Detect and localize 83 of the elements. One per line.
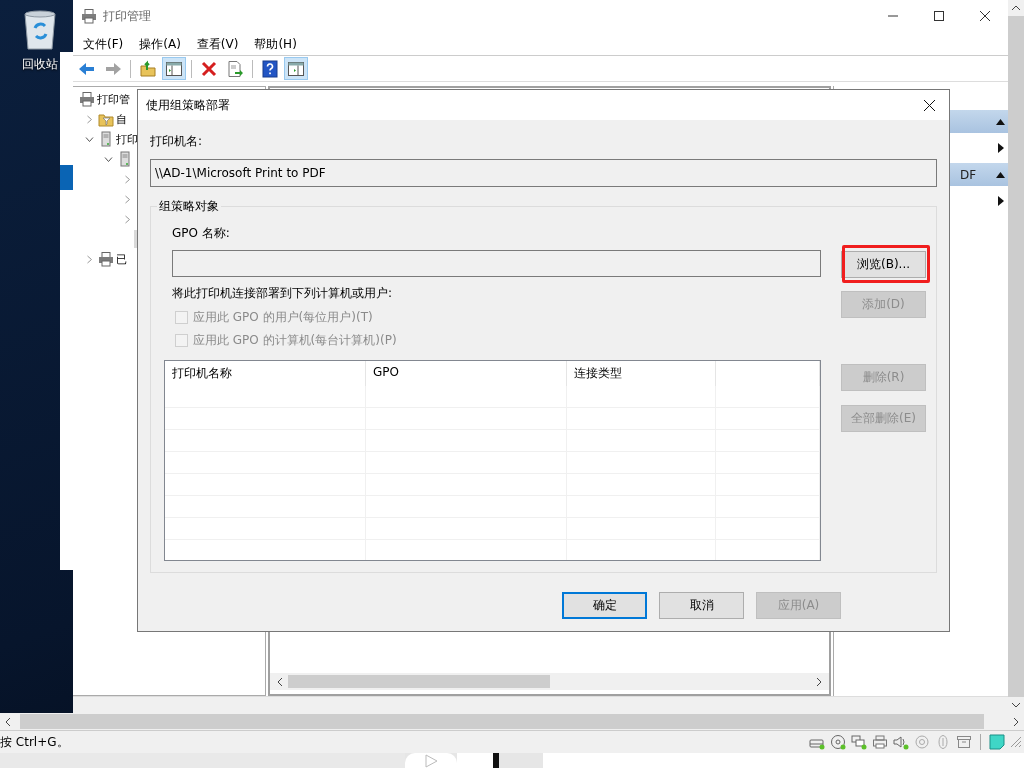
chevron-right-icon[interactable] [85,254,94,264]
tree-item[interactable]: 已 [98,250,127,268]
taskbar-panel [457,753,493,768]
note-icon[interactable] [989,734,1005,750]
toolbar-button[interactable] [162,57,186,80]
field-label: GPO 名称: [172,225,231,241]
menu-item[interactable]: 操作(A) [131,33,189,54]
monitors-icon[interactable] [851,734,867,750]
selection-bar [60,165,73,190]
scroll-up-icon [1012,4,1020,12]
dialog-button[interactable]: 确定 [562,592,647,619]
resize-grip-icon [1010,736,1022,748]
close-icon [980,11,990,21]
dialog-button: 添加(D) [841,291,926,318]
gpo-name-field[interactable] [172,250,821,277]
dialog-button: 全部删除(E) [841,405,926,432]
speaker-icon[interactable] [893,734,909,750]
field-label: 打印机名: [150,133,204,149]
folder-up-icon [139,59,157,78]
collapse-triangle-icon[interactable] [996,118,1005,125]
scrollbar-thumb[interactable] [20,714,985,729]
section-title: DF [959,167,978,182]
chevron-down-icon[interactable] [104,154,113,164]
disc-icon[interactable] [830,734,846,750]
status-text: 按 Ctrl+G。 [0,733,69,751]
tree-item[interactable]: 自 [98,110,127,128]
printer-icon [98,251,114,267]
oval-icon[interactable] [935,734,951,750]
delete-x-icon [200,59,218,78]
maximize-icon [934,11,944,21]
dialog-button[interactable]: 取消 [659,592,744,619]
server-icon [117,151,133,167]
divider-bar [493,753,499,768]
printer-name-field[interactable]: \\AD-1\Microsoft Print to PDF [150,159,937,187]
chevron-down-icon[interactable] [85,134,94,144]
chevron-right-icon[interactable] [123,214,132,224]
scroll-down-icon [1012,701,1020,709]
target-icon[interactable] [914,734,930,750]
tree-item[interactable]: 打印管 [79,90,130,108]
collapse-triangle-icon[interactable] [996,171,1005,178]
submenu-arrow-icon[interactable] [998,143,1004,153]
scroll-right-icon [1012,717,1020,726]
chevron-right-icon[interactable] [123,174,132,184]
instruction-text: 将此打印机连接部署到下列计算机或用户: [172,285,394,301]
horizontal-scrollbar[interactable] [270,673,829,690]
printer-icon[interactable] [872,734,888,750]
horizontal-scrollbar[interactable] [0,713,1024,730]
column-header[interactable]: 连接类型 [567,361,716,386]
desktop-icon-label[interactable]: 回收站 [22,56,58,73]
group-title: 组策略对象 [158,198,220,215]
archive-box-icon[interactable] [956,734,972,750]
help-icon [261,59,279,78]
scroll-left-icon [4,717,12,726]
close-icon [923,99,935,111]
window-title: 打印管理 [103,7,151,25]
recycle-bin-icon[interactable] [22,8,58,50]
checkbox-label: 应用此 GPO 的计算机(每台计算机)(P) [193,331,397,349]
export-list-icon [226,59,244,78]
scroll-right-icon [815,677,823,686]
tree-item[interactable] [117,150,133,168]
dialog-button: 应用(A) [756,592,841,619]
column-header[interactable]: 打印机名称 [165,361,366,386]
tree-item[interactable]: 打印 [98,130,138,148]
scroll-left-icon [276,677,284,686]
menu-item[interactable]: 文件(F) [75,33,132,54]
action-pane-icon [287,59,305,78]
checkbox-label: 应用此 GPO 的用户(每位用户)(T) [193,308,373,326]
scrollbar-thumb[interactable] [288,675,550,688]
menu-item[interactable]: 查看(V) [188,33,247,54]
chevron-right-icon[interactable] [85,114,94,124]
submenu-arrow-icon[interactable] [998,196,1004,206]
printer-icon [81,8,97,24]
dialog-title: 使用组策略部署 [146,96,230,114]
printer-icon [79,91,95,107]
chevron-right-icon[interactable] [123,194,132,204]
dialog-button: 删除(R) [841,364,926,391]
toolbar-button[interactable] [284,57,308,80]
menu-item[interactable]: 帮助(H) [246,33,305,54]
console-tree-icon [165,59,183,78]
server-icon [98,131,114,147]
dialog-button[interactable]: 浏览(B)... [841,251,926,278]
filter-folder-icon [98,111,114,127]
column-header[interactable]: GPO [366,361,567,386]
